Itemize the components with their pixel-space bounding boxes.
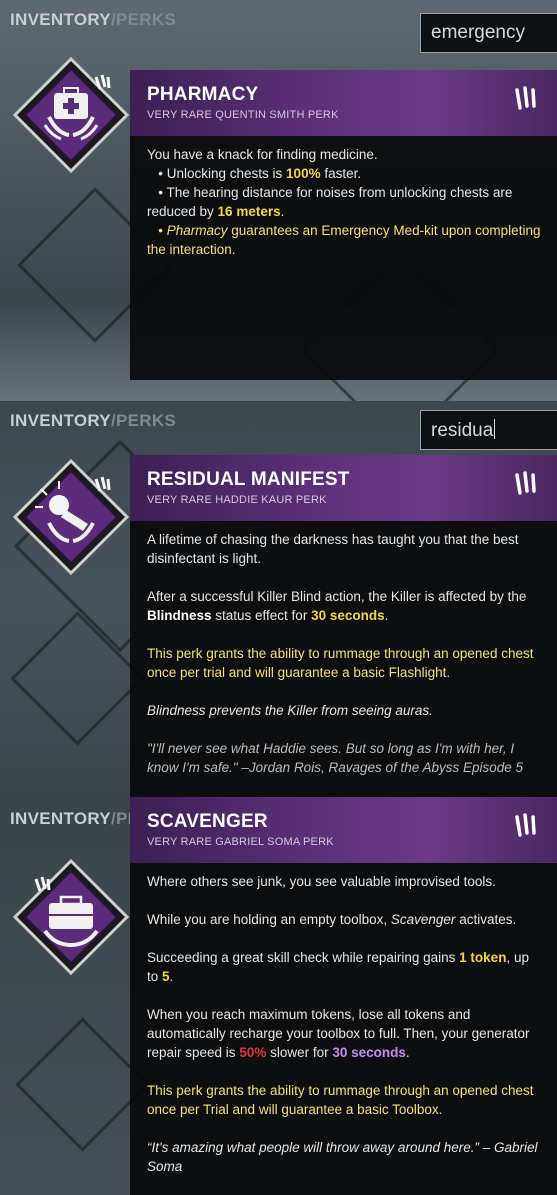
perk-header: RESIDUAL MANIFEST VERY RARE HADDIE KAUR …	[130, 455, 557, 521]
tab-perks[interactable]: PERKS	[116, 10, 176, 29]
perk-paragraph: When you reach maximum tokens, lose all …	[147, 1007, 530, 1060]
perk-bullet: • Unlocking chests is 100% faster.	[158, 166, 362, 181]
perk-paragraph: Blindness prevents the Killer from seein…	[147, 703, 433, 718]
perk-paragraph: Succeeding a great skill check while rep…	[147, 950, 529, 984]
search-value: emergency	[431, 22, 525, 43]
flashlight-perk-icon	[11, 457, 131, 577]
perk-paragraph: This perk grants the ability to rummage …	[147, 646, 534, 680]
perk-quote: "I'll never see what Haddie sees. But so…	[147, 741, 524, 775]
medkit-perk-icon	[11, 55, 131, 175]
perk-name: SCAVENGER	[147, 811, 268, 832]
perk-card: SCAVENGER VERY RARE GABRIEL SOMA PERK Wh…	[130, 797, 557, 1195]
perk-paragraph: Where others see junk, you see valuable …	[147, 874, 496, 889]
perk-paragraph: After a successful Killer Blind action, …	[147, 589, 527, 623]
tab-perks[interactable]: PERKS	[116, 411, 176, 430]
search-value: residua	[431, 420, 494, 441]
toolbox-perk-icon	[11, 857, 131, 977]
tab-bar: INVENTORY/PERKS	[10, 10, 176, 30]
screen-scavenger: INVENTORY/PERKS SCAVENGER VERY RARE GABR…	[0, 797, 557, 1195]
claw-marks-icon	[515, 471, 536, 495]
perk-card: PHARMACY VERY RARE QUENTIN SMITH PERK Yo…	[130, 70, 557, 380]
perk-subtitle: VERY RARE QUENTIN SMITH PERK	[147, 109, 339, 121]
search-input[interactable]: residua	[420, 410, 557, 450]
claw-marks-icon	[515, 813, 536, 837]
search-input[interactable]: emergency	[420, 13, 557, 53]
perk-name: PHARMACY	[147, 84, 259, 105]
tab-inventory[interactable]: INVENTORY	[10, 10, 111, 29]
perk-paragraph: This perk grants the ability to rummage …	[147, 1083, 534, 1117]
perk-description: You have a knack for finding medicine. •…	[130, 136, 557, 259]
perk-description: A lifetime of chasing the darkness has t…	[130, 521, 557, 777]
perk-description: Where others see junk, you see valuable …	[130, 863, 557, 1176]
tab-inventory[interactable]: INVENTORY	[10, 411, 111, 430]
screen-residual-manifest: INVENTORY/PERKS residua RESIDUAL MANIFES…	[0, 401, 557, 797]
perk-header: SCAVENGER VERY RARE GABRIEL SOMA PERK	[130, 797, 557, 863]
text-caret	[494, 419, 496, 439]
perk-quote: “It's amazing what people will throw awa…	[147, 1140, 538, 1174]
screen-pharmacy: INVENTORY/PERKS emergency PHARMACY VERY …	[0, 0, 557, 401]
perk-intro: You have a knack for finding medicine.	[147, 147, 378, 162]
perk-header: PHARMACY VERY RARE QUENTIN SMITH PERK	[130, 70, 557, 136]
claw-marks-icon	[515, 86, 536, 110]
perk-bullet: • The hearing distance for noises from u…	[147, 185, 513, 219]
perk-paragraph: While you are holding an empty toolbox, …	[147, 912, 517, 927]
perk-subtitle: VERY RARE HADDIE KAUR PERK	[147, 494, 327, 506]
perk-subtitle: VERY RARE GABRIEL SOMA PERK	[147, 836, 334, 848]
perk-bullet: • Pharmacy guarantees an Emergency Med-k…	[147, 223, 541, 257]
tab-bar: INVENTORY/PERKS	[10, 411, 176, 431]
perk-name: RESIDUAL MANIFEST	[147, 469, 350, 490]
tab-inventory[interactable]: INVENTORY	[10, 809, 111, 828]
perk-paragraph: A lifetime of chasing the darkness has t…	[147, 532, 519, 566]
perk-card: RESIDUAL MANIFEST VERY RARE HADDIE KAUR …	[130, 455, 557, 797]
